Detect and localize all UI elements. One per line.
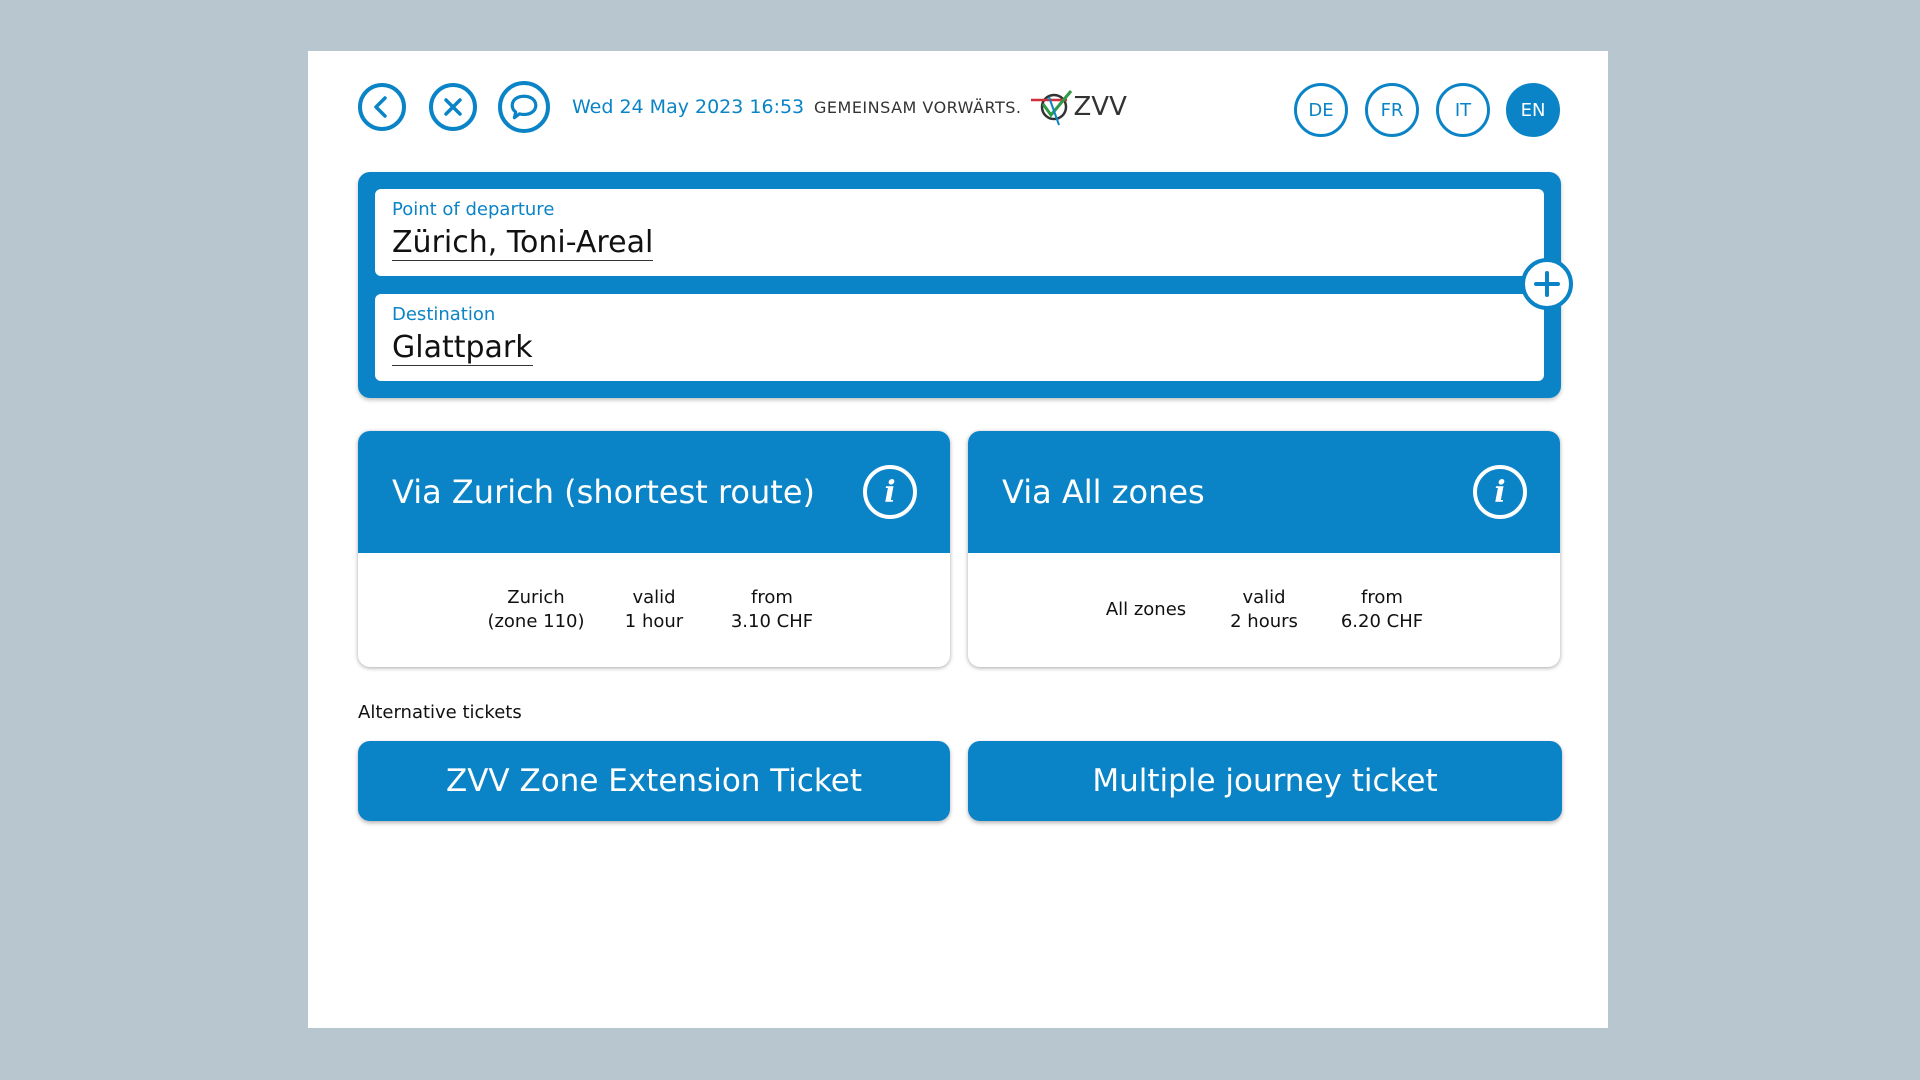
ticket-option-all-zones[interactable]: Via All zones i All zones valid 2 hours …	[968, 431, 1560, 667]
zvv-logo-mark	[1031, 90, 1073, 126]
zone-cell: All zones	[1087, 598, 1205, 622]
departure-field[interactable]: Point of departure Zürich, Toni-Areal	[375, 189, 1544, 276]
date-time: Wed 24 May 2023 16:53	[572, 96, 805, 118]
language-en[interactable]: EN	[1506, 83, 1560, 137]
validity-value: 1 hour	[624, 611, 684, 632]
cancel-button[interactable]	[429, 83, 477, 131]
help-chat-button[interactable]	[498, 81, 550, 133]
zvv-logo-text: ZVV	[1073, 92, 1127, 122]
language-fr[interactable]: FR	[1365, 83, 1419, 137]
ticket-option-via-zurich[interactable]: Via Zurich (shortest route) i Zurich (zo…	[358, 431, 950, 667]
card-title: Via Zurich (shortest route)	[392, 473, 815, 511]
destination-value: Glattpark	[392, 330, 533, 366]
chat-icon	[510, 94, 538, 120]
add-via-button[interactable]	[1521, 258, 1573, 310]
back-button[interactable]	[358, 83, 406, 131]
validity-cell: valid 2 hours	[1205, 586, 1323, 634]
card-title: Via All zones	[1002, 473, 1205, 511]
brand: GEMEINSAM VORWÄRTS. ZVV	[814, 87, 1127, 127]
validity-cell: valid 1 hour	[595, 586, 713, 634]
destination-label: Destination	[392, 304, 496, 325]
plus-circle-icon	[1534, 271, 1560, 297]
alternative-tickets-label: Alternative tickets	[358, 702, 522, 723]
price-label: from	[751, 587, 793, 608]
card-header: Via All zones i	[968, 431, 1560, 553]
departure-label: Point of departure	[392, 199, 555, 220]
validity-value: 2 hours	[1230, 611, 1298, 632]
validity-label: valid	[1242, 587, 1286, 608]
departure-value: Zürich, Toni-Areal	[392, 225, 654, 261]
info-icon[interactable]: i	[1473, 465, 1527, 519]
info-icon[interactable]: i	[863, 465, 917, 519]
card-details: All zones valid 2 hours from 6.20 CHF	[968, 553, 1560, 667]
price-cell: from 3.10 CHF	[713, 586, 831, 634]
price-label: from	[1361, 587, 1403, 608]
destination-field[interactable]: Destination Glattpark	[375, 294, 1544, 381]
card-details: Zurich (zone 110) valid 1 hour from 3.10…	[358, 553, 950, 667]
back-icon	[374, 96, 387, 118]
zone-extension-ticket-button[interactable]: ZVV Zone Extension Ticket	[358, 741, 950, 821]
zone-text: All zones	[1105, 599, 1187, 620]
card-header: Via Zurich (shortest route) i	[358, 431, 950, 553]
zone-number: (zone 110)	[487, 611, 585, 632]
price-cell: from 6.20 CHF	[1323, 586, 1441, 634]
zvv-logo: ZVV	[1029, 87, 1127, 127]
zone-cell: Zurich (zone 110)	[477, 586, 595, 634]
language-de[interactable]: DE	[1294, 83, 1348, 137]
brand-slogan: GEMEINSAM VORWÄRTS.	[814, 97, 1022, 117]
validity-label: valid	[632, 587, 676, 608]
close-icon	[444, 98, 462, 116]
zone-text: Zurich	[507, 587, 565, 608]
ticket-machine-screen: Wed 24 May 2023 16:53 GEMEINSAM VORWÄRTS…	[308, 51, 1608, 1028]
route-panel: Point of departure Zürich, Toni-Areal De…	[358, 172, 1573, 398]
price-value: 3.10 CHF	[730, 611, 814, 632]
multiple-journey-ticket-button[interactable]: Multiple journey ticket	[968, 741, 1562, 821]
price-value: 6.20 CHF	[1340, 611, 1424, 632]
language-it[interactable]: IT	[1436, 83, 1490, 137]
